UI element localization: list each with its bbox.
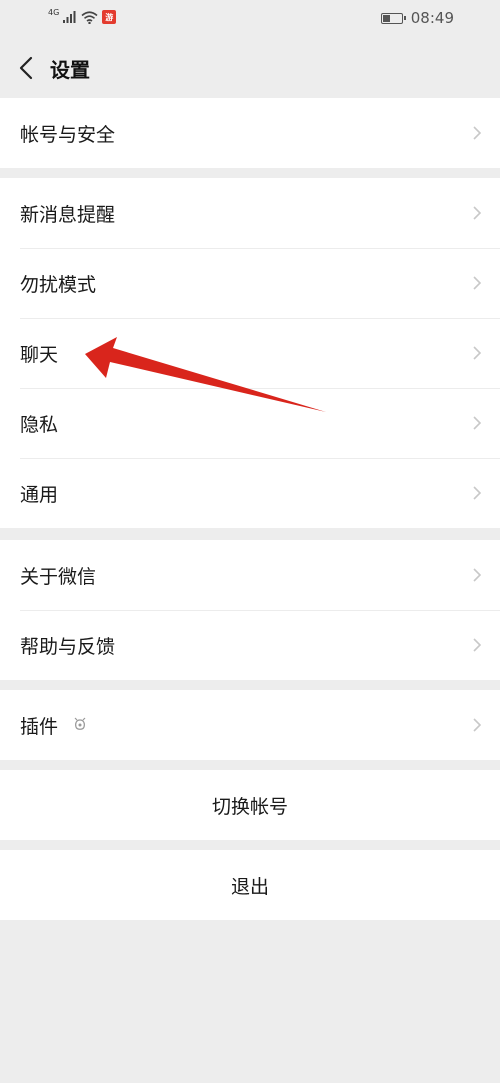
status-right: 08:49	[380, 9, 454, 27]
back-arrow-icon	[19, 56, 33, 80]
status-bar: 4G 游 08:49	[0, 0, 500, 38]
status-time: 08:49	[410, 9, 454, 27]
settings-group-plugins: 插件	[0, 690, 500, 760]
settings-item-chat[interactable]: 聊天	[0, 318, 500, 388]
settings-item-plugins[interactable]: 插件	[0, 690, 500, 760]
settings-item-label: 聊天	[20, 343, 59, 366]
chevron-right-icon	[473, 718, 482, 732]
chevron-right-icon	[473, 568, 482, 582]
settings-group-about: 关于微信 帮助与反馈	[0, 540, 500, 680]
signal-icon	[63, 11, 76, 23]
chevron-right-icon	[473, 126, 482, 140]
settings-item-account-security[interactable]: 帐号与安全	[0, 98, 500, 168]
wifi-icon	[81, 10, 98, 24]
settings-item-general[interactable]: 通用	[0, 458, 500, 528]
network-type: 4G	[48, 7, 60, 17]
battery-fill	[382, 14, 391, 22]
battery-icon	[380, 12, 406, 24]
settings-item-label: 帐号与安全	[20, 123, 116, 146]
logout-button[interactable]: 退出	[0, 850, 500, 920]
settings-group-main: 新消息提醒 勿扰模式 聊天 隐私 通用	[0, 178, 500, 528]
chevron-right-icon	[473, 276, 482, 290]
back-button[interactable]	[12, 52, 40, 84]
page-title: 设置	[50, 58, 90, 82]
settings-item-help-feedback[interactable]: 帮助与反馈	[0, 610, 500, 680]
chevron-right-icon	[473, 486, 482, 500]
logout-group: 退出	[0, 850, 500, 920]
chevron-right-icon	[473, 346, 482, 360]
nav-bar: 设置	[0, 38, 500, 98]
settings-item-label: 关于微信	[20, 565, 97, 588]
switch-account-group: 切换帐号	[0, 770, 500, 840]
plugin-icon	[74, 717, 86, 730]
app-notification-icon: 游	[102, 10, 117, 24]
status-left: 4G 游	[48, 7, 117, 24]
settings-item-label: 帮助与反馈	[20, 635, 116, 658]
settings-item-label: 新消息提醒	[20, 203, 116, 226]
settings-item-privacy[interactable]: 隐私	[0, 388, 500, 458]
logout-label: 退出	[230, 875, 269, 898]
settings-item-new-message-alerts[interactable]: 新消息提醒	[0, 178, 500, 248]
settings-group-account: 帐号与安全	[0, 98, 500, 168]
switch-account-button[interactable]: 切换帐号	[0, 770, 500, 840]
settings-item-label: 隐私	[20, 413, 59, 436]
chevron-right-icon	[473, 416, 482, 430]
settings-item-label: 通用	[20, 483, 59, 506]
settings-item-do-not-disturb[interactable]: 勿扰模式	[0, 248, 500, 318]
settings-item-label: 插件	[20, 715, 59, 738]
chevron-right-icon	[473, 206, 482, 220]
settings-item-label: 勿扰模式	[20, 273, 97, 296]
chevron-right-icon	[473, 638, 482, 652]
settings-item-about-wechat[interactable]: 关于微信	[0, 540, 500, 610]
switch-account-label: 切换帐号	[211, 795, 288, 818]
